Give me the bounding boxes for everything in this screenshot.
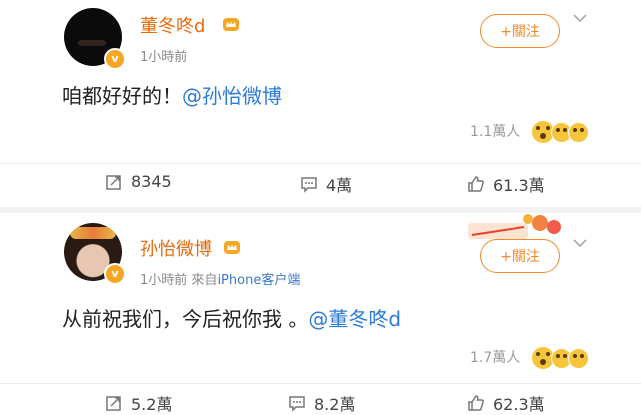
divider (0, 163, 641, 164)
comment-icon (301, 177, 317, 193)
crown-icon (223, 18, 239, 31)
repost-icon (106, 174, 121, 190)
comment-count: 4萬 (326, 176, 353, 195)
likes-summary[interactable]: 1.1萬人 (470, 120, 589, 144)
comment-button[interactable]: 8.2萬 (288, 391, 355, 415)
crown-icon (224, 241, 240, 254)
mention-link[interactable]: @孙怡微博 (182, 84, 282, 108)
like-count: 61.3萬 (493, 176, 545, 195)
repost-count: 8345 (131, 172, 172, 191)
grin-emoji-icon (567, 121, 589, 143)
like-button[interactable]: 61.3萬 (467, 172, 545, 196)
likes-count: 1.7萬人 (470, 350, 521, 366)
divider (0, 383, 641, 384)
like-button[interactable]: 62.3萬 (467, 391, 545, 415)
author-name[interactable]: 董冬咚d (140, 12, 205, 38)
source-client[interactable]: iPhone客户端 (217, 273, 300, 288)
repost-button[interactable]: 5.2萬 (105, 391, 172, 415)
chevron-down-icon[interactable] (573, 239, 587, 247)
verified-badge-icon: v (104, 48, 126, 70)
post-meta: 1小時前 來自iPhone客户端 (140, 269, 300, 288)
likes-count: 1.1萬人 (470, 124, 521, 140)
grin-emoji-icon (567, 347, 589, 369)
repost-icon (106, 396, 121, 411)
comment-button[interactable]: 4萬 (300, 172, 352, 196)
weibo-post-2: v 孙怡微博 1小時前 來自iPhone客户端 +關注 从前祝我们，今后祝你我 … (0, 213, 641, 414)
author-name[interactable]: 孙怡微博 (140, 235, 212, 261)
follow-label: +關注 (500, 249, 540, 265)
follow-button[interactable]: +關注 (480, 239, 560, 273)
thumbs-up-icon (468, 176, 484, 192)
thumbs-up-icon (468, 395, 484, 411)
follow-label: +關注 (500, 24, 540, 40)
chevron-down-icon[interactable] (573, 14, 587, 22)
repost-count: 5.2萬 (131, 395, 173, 414)
comment-count: 8.2萬 (314, 395, 356, 414)
source-prefix: 來自 (191, 273, 218, 288)
comment-icon (289, 396, 305, 412)
post-time: 1小時前 (140, 50, 188, 65)
mention-link[interactable]: @董冬咚d (308, 307, 401, 331)
post-time: 1小時前 (140, 273, 188, 288)
post-text: 从前祝我们，今后祝你我 。 (62, 307, 309, 331)
likes-summary[interactable]: 1.7萬人 (470, 346, 589, 370)
weibo-post-1: v 董冬咚d 1小時前 +關注 咱都好好的！@孙怡微博 1.1萬人 8345 4… (0, 0, 641, 207)
repost-button[interactable]: 8345 (105, 172, 172, 191)
post-content: 咱都好好的！@孙怡微博 (62, 80, 282, 109)
post-content: 从前祝我们，今后祝你我 。@董冬咚d (62, 303, 401, 332)
follow-button[interactable]: +關注 (480, 14, 560, 48)
post-text: 咱都好好的！ (62, 84, 182, 108)
verified-badge-icon: v (104, 263, 126, 285)
like-count: 62.3萬 (493, 395, 545, 414)
